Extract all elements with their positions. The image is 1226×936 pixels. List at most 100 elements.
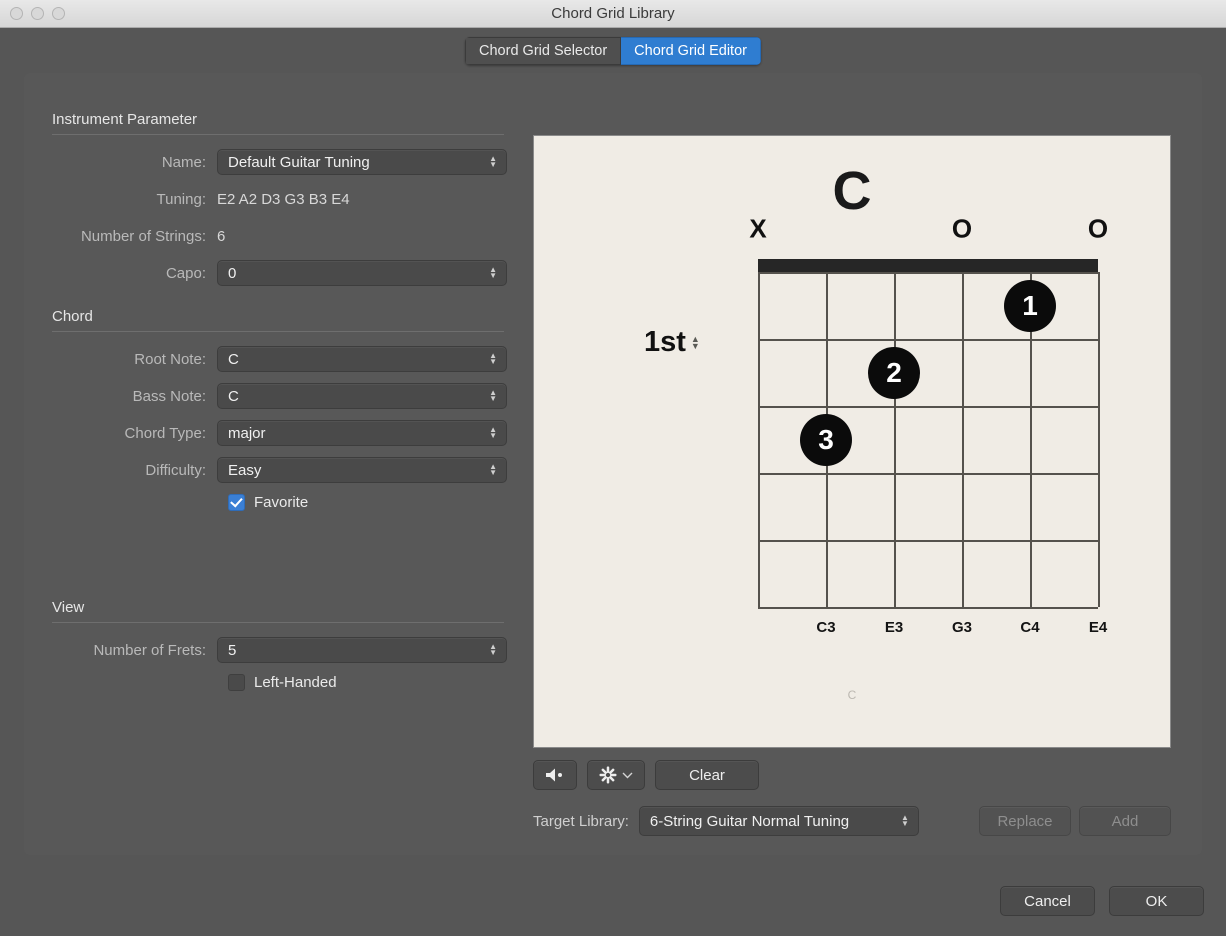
- target-library-value: 6-String Guitar Normal Tuning: [650, 813, 849, 830]
- name-value: Default Guitar Tuning: [228, 154, 370, 171]
- number-of-frets-value: 5: [228, 642, 236, 659]
- string-label: E3: [885, 619, 903, 636]
- chevron-updown-icon: [489, 156, 497, 168]
- app-window: Chord Grid Library Chord Grid Selector C…: [0, 0, 1226, 936]
- chord-type-label: Chord Type:: [52, 425, 217, 442]
- fret-line: [758, 272, 1098, 274]
- left-handed-label: Left-Handed: [254, 674, 337, 691]
- chord-type-value: major: [228, 425, 266, 442]
- root-note-select[interactable]: C: [217, 346, 507, 372]
- settings-menu-button[interactable]: [587, 760, 645, 790]
- view-heading: View: [52, 599, 532, 616]
- chevron-updown-icon[interactable]: ▲▼: [691, 336, 700, 350]
- string-line: [1098, 272, 1100, 607]
- chord-heading: Chord: [52, 308, 532, 325]
- fret-line: [758, 339, 1098, 341]
- fret-line: [758, 540, 1098, 542]
- open-string-marker[interactable]: O: [952, 214, 972, 245]
- root-note-row: Root Note: C: [52, 346, 532, 372]
- finger-dot[interactable]: 2: [868, 347, 920, 399]
- tab-chord-grid-selector[interactable]: Chord Grid Selector: [465, 37, 621, 65]
- divider: [52, 331, 504, 332]
- string-line: [894, 272, 896, 607]
- root-note-value: C: [228, 351, 239, 368]
- chevron-updown-icon: [489, 390, 497, 402]
- settings-column: Instrument Parameter Name: Default Guita…: [52, 111, 532, 701]
- speaker-icon: [544, 767, 566, 783]
- number-of-frets-row: Number of Frets: 5: [52, 637, 532, 663]
- chevron-updown-icon: [489, 464, 497, 476]
- name-row: Name: Default Guitar Tuning: [52, 149, 532, 175]
- window-title: Chord Grid Library: [0, 5, 1226, 22]
- start-fret-control[interactable]: 1st ▲▼: [644, 326, 700, 359]
- chevron-down-icon: [622, 771, 633, 779]
- difficulty-label: Difficulty:: [52, 462, 217, 479]
- fret-line: [758, 473, 1098, 475]
- tuning-row: Tuning: E2 A2 D3 G3 B3 E4: [52, 186, 532, 212]
- number-of-strings-value: 6: [217, 228, 225, 245]
- bass-note-select[interactable]: C: [217, 383, 507, 409]
- string-label: C4: [1020, 619, 1039, 636]
- muted-string-marker[interactable]: X: [749, 214, 766, 245]
- bass-note-row: Bass Note: C: [52, 383, 532, 409]
- name-label: Name:: [52, 154, 217, 171]
- nut: [758, 259, 1098, 272]
- add-button[interactable]: Add: [1079, 806, 1171, 836]
- bass-note-label: Bass Note:: [52, 388, 217, 405]
- chord-diagram[interactable]: C 1st ▲▼ XOO 123 C3E3G3C4E4 C: [533, 135, 1171, 748]
- target-library-row: Target Library: 6-String Guitar Normal T…: [533, 806, 1171, 836]
- string-line: [962, 272, 964, 607]
- number-of-strings-row: Number of Strings: 6: [52, 223, 532, 249]
- chevron-updown-icon: [489, 644, 497, 656]
- divider: [52, 134, 504, 135]
- name-select[interactable]: Default Guitar Tuning: [217, 149, 507, 175]
- play-chord-button[interactable]: [533, 760, 577, 790]
- root-note-label: Root Note:: [52, 351, 217, 368]
- capo-select[interactable]: 0: [217, 260, 507, 286]
- clear-button[interactable]: Clear: [655, 760, 759, 790]
- number-of-frets-select[interactable]: 5: [217, 637, 507, 663]
- tab-bar: Chord Grid Selector Chord Grid Editor: [0, 28, 1226, 74]
- string-label: E4: [1089, 619, 1107, 636]
- favorite-checkbox[interactable]: [228, 494, 245, 511]
- gear-icon: [599, 766, 617, 784]
- chord-diagram-subtitle: C: [534, 688, 1170, 702]
- string-label: C3: [816, 619, 835, 636]
- left-handed-row: Left-Handed: [228, 674, 532, 691]
- cancel-button[interactable]: Cancel: [1000, 886, 1095, 916]
- fret-line: [758, 607, 1098, 609]
- number-of-strings-label: Number of Strings:: [52, 228, 217, 245]
- bass-note-value: C: [228, 388, 239, 405]
- capo-value: 0: [228, 265, 236, 282]
- ok-button[interactable]: OK: [1109, 886, 1204, 916]
- chevron-updown-icon: [489, 353, 497, 365]
- target-library-select[interactable]: 6-String Guitar Normal Tuning: [639, 806, 919, 836]
- string-label: G3: [952, 619, 972, 636]
- capo-row: Capo: 0: [52, 260, 532, 286]
- favorite-label: Favorite: [254, 494, 308, 511]
- left-handed-checkbox[interactable]: [228, 674, 245, 691]
- diagram-toolbar: Clear: [533, 760, 759, 790]
- number-of-frets-label: Number of Frets:: [52, 642, 217, 659]
- target-library-label: Target Library:: [533, 813, 629, 830]
- difficulty-select[interactable]: Easy: [217, 457, 507, 483]
- chord-type-row: Chord Type: major: [52, 420, 532, 446]
- difficulty-row: Difficulty: Easy: [52, 457, 532, 483]
- finger-dot[interactable]: 1: [1004, 280, 1056, 332]
- finger-dot[interactable]: 3: [800, 414, 852, 466]
- chevron-updown-icon: [489, 427, 497, 439]
- replace-button[interactable]: Replace: [979, 806, 1071, 836]
- difficulty-value: Easy: [228, 462, 261, 479]
- start-fret-label: 1st: [644, 326, 686, 359]
- fretboard[interactable]: XOO 123 C3E3G3C4E4: [758, 259, 1098, 619]
- tab-chord-grid-editor[interactable]: Chord Grid Editor: [621, 37, 761, 65]
- tuning-value: E2 A2 D3 G3 B3 E4: [217, 191, 350, 208]
- chevron-updown-icon: [489, 267, 497, 279]
- open-string-marker[interactable]: O: [1088, 214, 1108, 245]
- fret-line: [758, 406, 1098, 408]
- favorite-row: Favorite: [228, 494, 532, 511]
- window-titlebar: Chord Grid Library: [0, 0, 1226, 28]
- dialog-footer: Cancel OK: [1000, 886, 1204, 916]
- chevron-updown-icon: [901, 815, 909, 827]
- chord-type-select[interactable]: major: [217, 420, 507, 446]
